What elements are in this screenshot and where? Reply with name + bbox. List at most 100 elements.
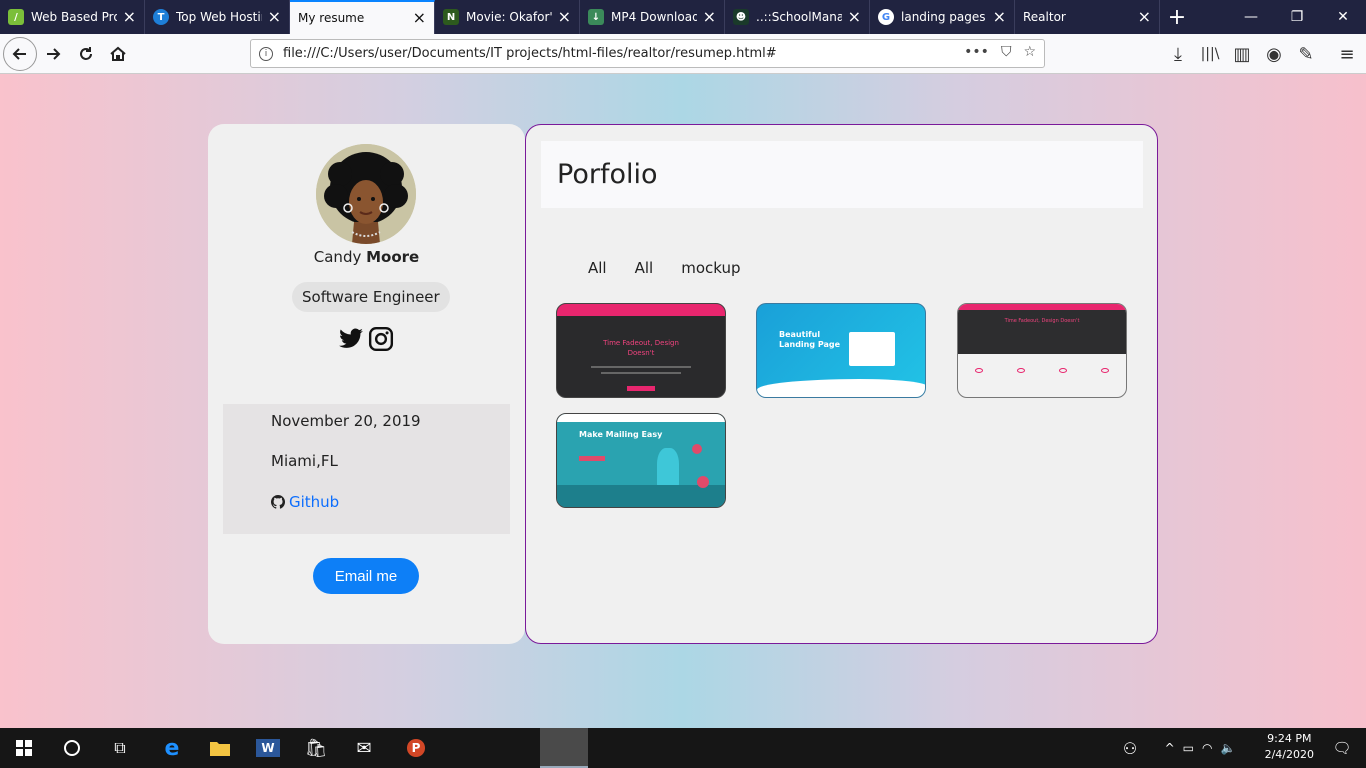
browser-tab[interactable]: Realtor ×	[1015, 0, 1160, 34]
portfolio-thumbnail[interactable]: Time Fadeout, Design Doesn't	[556, 303, 726, 398]
battery-icon[interactable]: ▭	[1183, 741, 1194, 755]
back-button[interactable]	[3, 37, 37, 71]
browser-tab-active[interactable]: My resume ×	[290, 0, 435, 34]
windows-taskbar: ⧉ e W 🛍 ✉ P ⚇ ^ ▭ ◠ 🔈 9:24 PM 2/4/2020 🗨	[0, 728, 1366, 768]
filter-mockup[interactable]: mockup	[681, 259, 740, 277]
browser-tab[interactable]: T Top Web Hostin ×	[145, 0, 290, 34]
portfolio-thumbnail[interactable]: Make Mailing Easy	[556, 413, 726, 508]
action-center-button[interactable]: 🗨	[1318, 728, 1366, 768]
close-icon[interactable]: ×	[123, 9, 136, 25]
browser-tab[interactable]: ↓ MP4 Download ×	[580, 0, 725, 34]
close-icon[interactable]: ×	[703, 9, 716, 25]
bookmark-star-icon[interactable]: ☆	[1023, 44, 1036, 60]
thumb-flower	[692, 444, 702, 454]
volume-icon[interactable]: 🔈	[1220, 741, 1235, 755]
wifi-icon[interactable]: ◠	[1202, 741, 1212, 755]
reload-button[interactable]	[70, 38, 102, 70]
thumb-feature-mark	[1017, 368, 1025, 373]
avatar-illustration	[316, 144, 416, 244]
word-icon: W	[256, 739, 280, 757]
word-button[interactable]: W	[244, 728, 292, 768]
task-view-button[interactable]: ⧉	[96, 728, 144, 768]
info-icon[interactable]: i	[259, 46, 273, 61]
eyedropper-button[interactable]: ✎	[1290, 38, 1322, 70]
url-text: file:///C:/Users/user/Documents/IT proje…	[283, 46, 777, 61]
browser-tab[interactable]: ☻ ..::SchoolManag ×	[725, 0, 870, 34]
location-text: Miami,FL	[271, 452, 338, 470]
close-icon[interactable]: ×	[848, 9, 861, 25]
thumb-mockup-window	[849, 332, 895, 366]
cortana-circle-icon	[64, 740, 80, 756]
profile-name: Candy Moore	[208, 248, 525, 266]
tab-title: Realtor	[1023, 10, 1066, 24]
account-icon: ◉	[1266, 43, 1282, 65]
thumb-text-line	[601, 372, 681, 374]
pocket-icon[interactable]: ⛉	[1001, 44, 1012, 60]
thumb-figure	[657, 448, 679, 488]
close-icon[interactable]: ×	[993, 9, 1006, 25]
filter-all-2[interactable]: All	[635, 259, 654, 277]
window-close-button[interactable]: ✕	[1320, 0, 1366, 34]
twitter-icon[interactable]	[338, 326, 364, 352]
more-actions-icon[interactable]: •••	[964, 44, 989, 60]
tab-title: ..::SchoolManag	[756, 10, 842, 24]
browser-tab[interactable]: G landing pages - ×	[870, 0, 1015, 34]
browser-tab-bar: / Web Based Proj × T Top Web Hostin × My…	[0, 0, 1366, 34]
browser-tab[interactable]: / Web Based Proj ×	[0, 0, 145, 34]
browser-tab[interactable]: N Movie: Okafor's ×	[435, 0, 580, 34]
thumb-features	[958, 368, 1126, 373]
store-button[interactable]: 🛍	[292, 728, 340, 768]
thumb-ground	[557, 485, 725, 507]
minimize-button[interactable]: —	[1228, 0, 1274, 34]
edge-button[interactable]: e	[148, 728, 196, 768]
system-tray[interactable]: ^ ▭ ◠ 🔈	[1150, 728, 1250, 768]
file-explorer-button[interactable]	[196, 728, 244, 768]
people-button[interactable]: ⚇	[1106, 728, 1154, 768]
github-link[interactable]: Github	[271, 493, 339, 511]
tab-favicon-icon: ↓	[588, 9, 604, 25]
downloads-button[interactable]: ⤓	[1162, 38, 1194, 70]
github-icon	[271, 495, 285, 509]
firefox-taskbar-button[interactable]	[540, 728, 588, 768]
social-links	[338, 326, 394, 352]
mail-button[interactable]: ✉	[340, 728, 388, 768]
hamburger-menu-icon: ≡	[1339, 43, 1355, 65]
thumb-feature-mark	[1101, 368, 1109, 373]
taskbar-clock[interactable]: 9:24 PM 2/4/2020	[1265, 731, 1314, 763]
sidebar-button[interactable]: ▥	[1226, 38, 1258, 70]
instagram-icon[interactable]	[368, 326, 394, 352]
download-icon: ⤓	[1174, 43, 1182, 65]
email-me-button[interactable]: Email me	[313, 558, 419, 594]
thumb-headline: Time Fadeout, Design Doesn't	[958, 310, 1126, 354]
forward-button[interactable]	[37, 38, 69, 70]
start-button[interactable]	[0, 728, 48, 768]
notification-icon: 🗨	[1332, 739, 1352, 757]
restore-button[interactable]: ❐	[1274, 0, 1320, 34]
powerpoint-button[interactable]: P	[392, 728, 440, 768]
tab-favicon-icon: ☻	[733, 9, 749, 25]
portfolio-thumbnail[interactable]: Beautiful Landing Page	[756, 303, 926, 398]
tab-title: My resume	[298, 11, 365, 25]
tab-title: landing pages -	[901, 10, 987, 24]
close-icon[interactable]: ×	[1138, 9, 1151, 25]
role-badge: Software Engineer	[292, 282, 450, 312]
tab-title: Movie: Okafor's	[466, 10, 552, 24]
address-bar[interactable]: i file:///C:/Users/user/Documents/IT pro…	[250, 39, 1045, 68]
library-button[interactable]: |||\	[1194, 38, 1226, 70]
portfolio-thumbnail[interactable]: Time Fadeout, Design Doesn't	[957, 303, 1127, 398]
close-icon[interactable]: ×	[268, 9, 281, 25]
thumb-headline: Beautiful Landing Page	[779, 330, 841, 349]
account-button[interactable]: ◉	[1258, 38, 1290, 70]
library-icon: |||\	[1200, 46, 1220, 62]
close-icon[interactable]: ×	[558, 9, 571, 25]
contact-info-box: November 20, 2019 Miami,FL Github	[223, 404, 510, 534]
store-bag-icon: 🛍	[304, 737, 328, 759]
menu-button[interactable]: ≡	[1331, 38, 1363, 70]
search-button[interactable]	[48, 728, 96, 768]
arrow-right-icon	[47, 48, 61, 60]
chevron-up-icon[interactable]: ^	[1165, 741, 1175, 755]
close-icon[interactable]: ×	[413, 10, 426, 26]
filter-all[interactable]: All	[588, 259, 607, 277]
home-button[interactable]	[102, 38, 134, 70]
new-tab-button[interactable]: +	[1160, 0, 1194, 34]
